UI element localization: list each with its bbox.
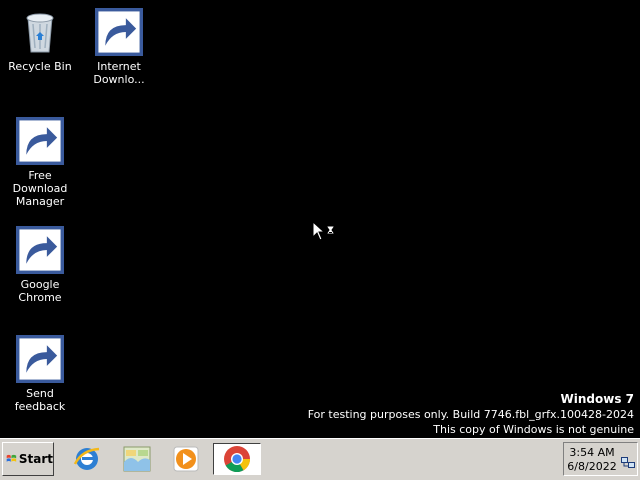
internet-explorer-icon bbox=[73, 447, 100, 470]
desktop-icon-send-feedback[interactable]: Send feedback bbox=[0, 335, 80, 413]
taskbar-item-google-chrome[interactable] bbox=[213, 443, 261, 475]
watermark-title: Windows 7 bbox=[560, 392, 634, 406]
desktop-icon-free-download-manager[interactable]: Free Download Manager bbox=[0, 117, 80, 208]
shortcut-arrow-icon bbox=[16, 117, 64, 165]
media-player-icon bbox=[173, 446, 199, 472]
desktop-icon-label: Recycle Bin bbox=[8, 60, 72, 73]
desktop-icon-recycle-bin[interactable]: Recycle Bin bbox=[0, 8, 80, 73]
clock[interactable]: 3:54 AM 6/8/2022 bbox=[566, 446, 618, 474]
taskbar: Start 3:54 AM 6/8/2022 bbox=[0, 438, 640, 480]
taskbar-item-internet-explorer[interactable] bbox=[70, 443, 104, 475]
explorer-icon bbox=[123, 446, 151, 472]
system-tray: 3:54 AM 6/8/2022 bbox=[563, 442, 638, 476]
desktop-icon-label: Send feedback bbox=[14, 387, 66, 413]
watermark-genuine-line: This copy of Windows is not genuine bbox=[433, 423, 634, 436]
taskbar-item-media-player[interactable] bbox=[169, 443, 203, 475]
chrome-icon bbox=[224, 446, 251, 473]
desktop-icon-internet-download-manager[interactable]: Internet Downlo... bbox=[79, 8, 159, 86]
desktop[interactable]: Recycle Bin Internet Downlo... Free Down… bbox=[0, 0, 640, 438]
windows-logo-icon bbox=[6, 454, 17, 462]
clock-date: 6/8/2022 bbox=[567, 460, 617, 473]
recycle-bin-icon bbox=[16, 8, 64, 56]
desktop-icon-google-chrome[interactable]: Google Chrome bbox=[0, 226, 80, 304]
watermark-build-line: For testing purposes only. Build 7746.fb… bbox=[307, 408, 634, 421]
desktop-icon-label: Internet Downlo... bbox=[93, 60, 145, 86]
desktop-icon-label: Google Chrome bbox=[18, 278, 62, 304]
start-button[interactable]: Start bbox=[2, 442, 54, 476]
windows-watermark: Windows 7 For testing purposes only. Bui… bbox=[308, 392, 634, 437]
shortcut-arrow-icon bbox=[16, 226, 64, 274]
busy-cursor-icon bbox=[312, 221, 335, 241]
free-download-manager-icon bbox=[16, 117, 64, 165]
shortcut-arrow-icon bbox=[95, 8, 143, 56]
network-icon[interactable] bbox=[621, 457, 635, 469]
start-label: Start bbox=[18, 452, 53, 466]
internet-download-manager-icon bbox=[95, 8, 143, 56]
desktop-icon-label: Free Download Manager bbox=[12, 169, 68, 208]
chrome-icon bbox=[16, 226, 64, 274]
feedback-icon bbox=[16, 335, 64, 383]
clock-time: 3:54 AM bbox=[569, 446, 615, 459]
shortcut-arrow-icon bbox=[16, 335, 64, 383]
taskbar-item-explorer[interactable] bbox=[120, 443, 154, 475]
